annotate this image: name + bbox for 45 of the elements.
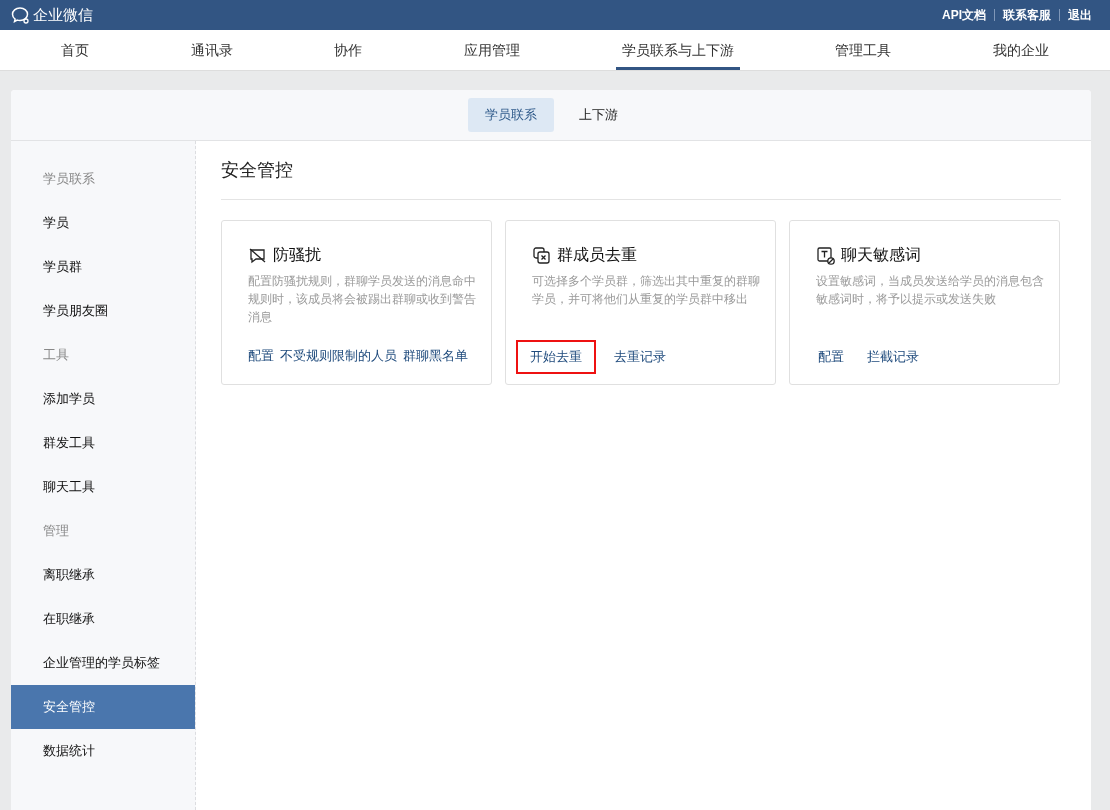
card-link[interactable]: 拦截记录 [862,340,924,374]
card-link[interactable]: 配置 [813,340,849,374]
sub-tab[interactable]: 上下游 [561,98,635,132]
card-link[interactable]: 去重记录 [609,340,671,374]
sidebar-item[interactable]: 学员 [11,201,195,245]
sidebar-item[interactable]: 学员群 [11,245,195,289]
sidebar-item[interactable]: 在职继承 [11,597,195,641]
nav-tab[interactable]: 学员联系与上下游 [615,30,740,70]
card-description: 可选择多个学员群，筛选出其中重复的群聊学员，并可将他们从重复的学员群中移出 [532,273,761,308]
sub-tab[interactable]: 学员联系 [467,98,554,132]
sidebar-item[interactable]: 添加学员 [11,377,195,421]
card-link[interactable]: 配置 [245,340,277,373]
sidebar-item[interactable]: 离职继承 [11,553,195,597]
card-link[interactable]: 不受规则限制的人员 [277,340,400,373]
sidebar-group-title: 管理 [42,522,70,540]
sidebar-item[interactable]: 群发工具 [11,421,195,465]
card-link[interactable]: 群聊黑名单 [400,340,471,373]
nav-tab[interactable]: 我的企业 [987,30,1056,70]
page-title: 安全管控 [221,141,1061,200]
card-title: 群成员去重 [557,245,637,265]
sidebar-group-title: 学员联系 [42,170,96,188]
sidebar-item[interactable]: 数据统计 [11,729,195,773]
nav-tab[interactable]: 通讯录 [184,30,239,70]
card-link[interactable]: 开始去重 [516,340,596,374]
nav-tab[interactable]: 应用管理 [457,30,526,70]
copy-remove-icon [532,246,551,265]
card-description: 配置防骚扰规则，群聊学员发送的消息命中规则时，该成员将会被踢出群聊或收到警告消息 [248,273,477,326]
sidebar-item[interactable]: 企业管理的学员标签 [11,641,195,685]
no-chat-icon [248,246,267,265]
card-description: 设置敏感词，当成员发送给学员的消息包含敏感词时，将予以提示或发送失败 [816,273,1045,308]
chat-bubble-icon [11,5,30,25]
nav-tab[interactable]: 管理工具 [829,30,898,70]
header-link[interactable]: 退出 [1068,6,1092,24]
sidebar-item[interactable]: 安全管控 [11,685,195,729]
app-name: 企业微信 [33,5,93,25]
sidebar-item[interactable]: 聊天工具 [11,465,195,509]
sidebar-item[interactable]: 学员朋友圈 [11,289,195,333]
sidebar-group-title: 工具 [42,346,70,364]
text-block-icon [816,246,835,265]
card-title: 防骚扰 [273,245,321,265]
nav-tab[interactable]: 首页 [54,30,95,70]
header-link[interactable]: API文档 [942,6,986,24]
header-link[interactable]: 联系客服 [1003,6,1051,24]
card-title: 聊天敏感词 [841,245,921,265]
nav-tab[interactable]: 协作 [328,30,369,70]
